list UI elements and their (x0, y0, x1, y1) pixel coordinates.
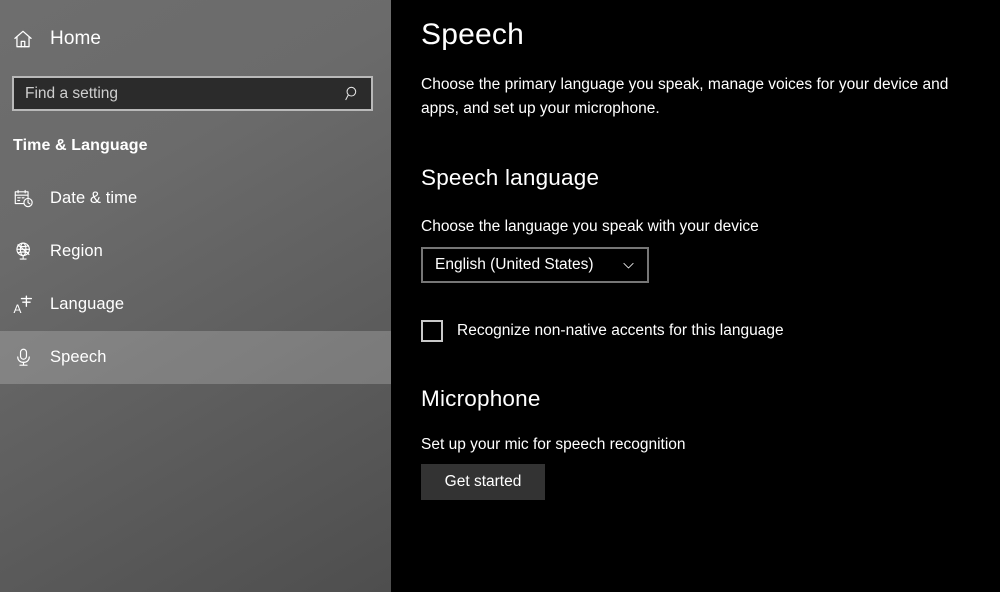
page-description: Choose the primary language you speak, m… (421, 76, 949, 118)
sidebar-item-region-label: Region (50, 242, 103, 260)
sidebar-item-home-label: Home (50, 28, 102, 49)
microphone-icon (13, 347, 44, 368)
sidebar-item-date-time[interactable]: Date & time (0, 172, 391, 225)
settings-window: Home Time & Language (0, 0, 1000, 592)
recognize-accents-checkbox[interactable] (421, 320, 443, 343)
microphone-heading: Microphone (421, 386, 541, 412)
speech-language-heading: Speech language (421, 165, 600, 191)
home-icon (12, 28, 46, 50)
sidebar-item-language-label: Language (50, 295, 125, 313)
sidebar-item-speech[interactable]: Speech (0, 331, 391, 384)
search-input[interactable] (25, 78, 341, 109)
globe-icon (13, 241, 44, 262)
recognize-accents-checkbox-row[interactable]: Recognize non-native accents for this la… (421, 320, 1000, 343)
sidebar: Home Time & Language (0, 0, 391, 592)
microphone-description: Set up your mic for speech recognition (421, 436, 686, 454)
sidebar-item-region[interactable]: Region (0, 225, 391, 278)
get-started-button[interactable]: Get started (421, 464, 545, 501)
sidebar-item-home[interactable]: Home (0, 16, 391, 62)
search-box[interactable] (12, 76, 373, 111)
sidebar-item-language[interactable]: A Language (0, 278, 391, 331)
speech-language-field-label: Choose the language you speak with your … (421, 218, 759, 236)
speech-language-selected-value: English (United States) (435, 256, 594, 274)
translate-icon: A (13, 294, 44, 316)
speech-language-dropdown[interactable]: English (United States) (421, 247, 649, 284)
sidebar-nav-list: Date & time Region A Language Speech (0, 172, 391, 384)
page-title: Speech (421, 18, 524, 51)
calendar-clock-icon (13, 188, 44, 209)
sidebar-section-header: Time & Language (13, 137, 148, 154)
content-panel: Speech Choose the primary language you s… (391, 0, 1000, 592)
svg-text:A: A (13, 301, 21, 315)
recognize-accents-label: Recognize non-native accents for this la… (457, 322, 784, 340)
search-icon[interactable] (341, 83, 363, 105)
sidebar-item-speech-label: Speech (50, 348, 107, 366)
sidebar-item-date-time-label: Date & time (50, 189, 138, 207)
chevron-down-icon (621, 258, 636, 273)
